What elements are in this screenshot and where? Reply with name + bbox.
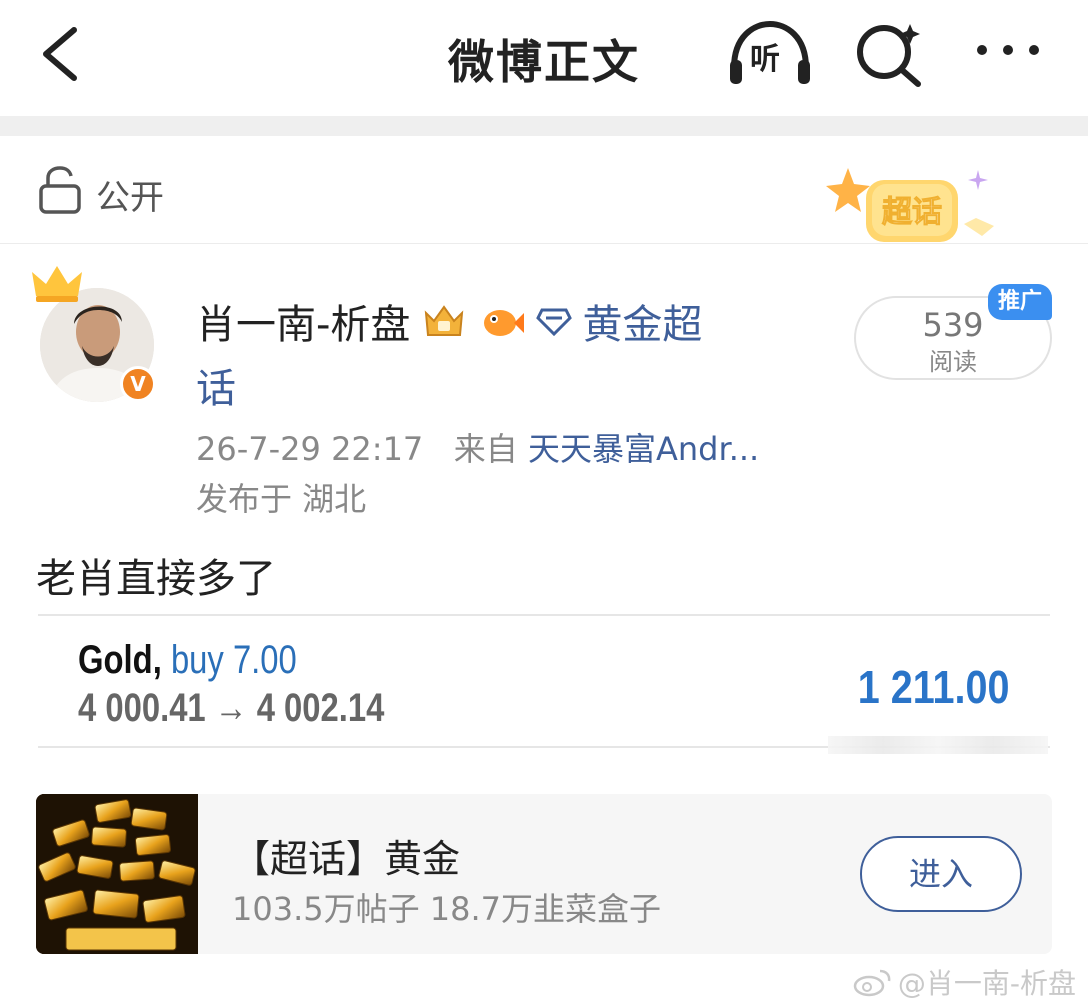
trade-instrument: Gold, xyxy=(78,638,162,682)
crown-icon xyxy=(32,266,82,302)
super-topic-badge-text: 超话 xyxy=(882,195,942,230)
fish-badge-icon[interactable] xyxy=(478,299,526,343)
post-meta: 26-7-29 22:17 来自 天天暴富Andr... xyxy=(196,424,759,470)
trade-instrument-line: Gold, buy 7.00 xyxy=(78,638,297,683)
section-divider xyxy=(0,116,1088,136)
promotion-badge[interactable]: 推广 xyxy=(988,284,1052,320)
listen-label[interactable]: 听 xyxy=(750,34,780,78)
super-topic-diamond-icon xyxy=(536,308,573,336)
topic-link-part1[interactable]: 黄金超 xyxy=(582,292,702,350)
gold-bars-image xyxy=(36,794,198,954)
member-crown-badge-icon[interactable] xyxy=(420,299,468,343)
more-options-icon[interactable] xyxy=(972,30,1046,70)
source-prefix: 来自 xyxy=(453,430,518,468)
enter-topic-button[interactable]: 进入 xyxy=(860,836,1022,912)
post-time: 26-7-29 22:17 xyxy=(196,430,424,468)
post-location: 发布于 湖北 xyxy=(196,480,367,518)
topic-stats: 103.5万帖子 18.7万韭菜盒子 xyxy=(232,890,662,928)
trade-price-path: 4 000.41 → 4 002.14 xyxy=(78,686,385,730)
read-label: 阅读 xyxy=(929,348,977,376)
super-topic-badge[interactable]: 超话 xyxy=(826,164,1006,260)
visibility-label: 公开 xyxy=(96,178,164,218)
weibo-logo-icon xyxy=(853,969,891,997)
topic-link-part2[interactable]: 话 xyxy=(196,356,236,414)
search-icon[interactable] xyxy=(852,18,926,88)
trade-action: buy 7.00 xyxy=(170,638,297,682)
author-name[interactable]: 肖一南-析盘 xyxy=(196,292,410,350)
super-topic-card[interactable]: 【超话】黄金 103.5万帖子 18.7万韭菜盒子 进入 xyxy=(36,794,1052,954)
verified-badge: V xyxy=(120,366,156,402)
watermark: @肖一南-析盘 xyxy=(852,962,1076,1002)
topic-title: 【超话】黄金 xyxy=(232,837,461,881)
unlock-icon xyxy=(39,166,81,214)
author-name-row: 肖一南-析盘 黄金超 xyxy=(196,292,702,350)
trade-profit: 1 211.00 xyxy=(858,661,1010,713)
trade-screenshot-card: Gold, buy 7.00 4 000.41 → 4 002.14 1 211… xyxy=(38,614,1050,754)
watermark-text: @肖一南-析盘 xyxy=(897,967,1076,1000)
post-body: 老肖直接多了 xyxy=(36,556,276,602)
source-app-link[interactable]: 天天暴富Andr... xyxy=(528,430,759,468)
visibility-row: 公开 超话 xyxy=(0,136,1088,244)
gold-bars-thumbnail xyxy=(36,794,198,954)
author-avatar-group[interactable]: V xyxy=(30,262,160,412)
blurred-strip xyxy=(828,736,1048,754)
top-nav-bar: 微博正文 听 xyxy=(0,0,1088,116)
